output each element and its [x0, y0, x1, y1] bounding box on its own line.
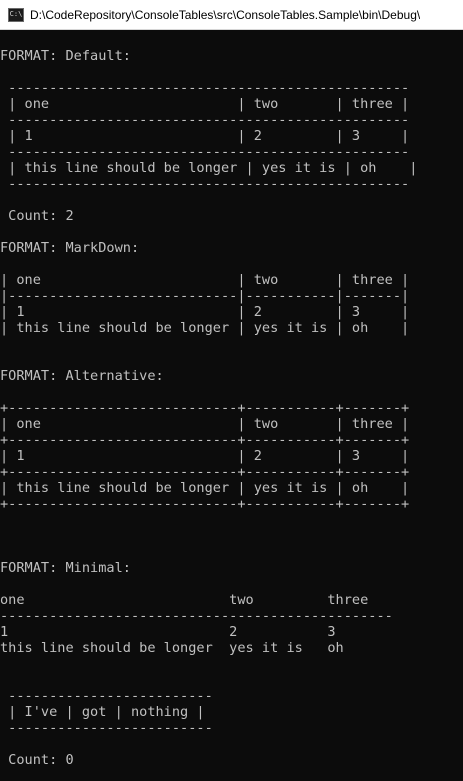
console-line-border: ----------------------------------------…	[0, 176, 410, 192]
console-line-row: | this line should be longer | yes it is…	[0, 480, 410, 496]
console-line-format-default: FORMAT: Default:	[0, 48, 131, 64]
window-titlebar[interactable]: C:\ D:\CodeRepository\ConsoleTables\src\…	[0, 0, 463, 30]
console-line-border: ----------------------------------------…	[0, 144, 410, 160]
console-line-border: ----------------------------------------…	[0, 112, 410, 128]
window-title: D:\CodeRepository\ConsoleTables\src\Cons…	[30, 7, 421, 22]
console-line-count: Count: 2	[0, 208, 74, 224]
console-line-row: 1 2 3	[0, 624, 336, 640]
console-line-border: +----------------------------+----------…	[0, 496, 410, 512]
console-line-row: this line should be longer yes it is oh	[0, 640, 344, 656]
console-line-border: +----------------------------+----------…	[0, 400, 410, 416]
console-line-format-alternative: FORMAT: Alternative:	[0, 368, 164, 384]
console-line-count: Count: 0	[0, 752, 74, 768]
console-line-header: | one | two | three |	[0, 272, 410, 288]
console-line-row: | 1 | 2 | 3 |	[0, 448, 410, 464]
console-line-row: | 1 | 2 | 3 |	[0, 304, 410, 320]
console-line-format-minimal: FORMAT: Minimal:	[0, 560, 131, 576]
console-line-format-markdown: FORMAT: MarkDown:	[0, 240, 140, 256]
console-line-header: | one | two | three |	[0, 96, 410, 112]
console-line-row: | this line should be longer | yes it is…	[0, 160, 418, 176]
console-line-border: -------------------------	[0, 688, 213, 704]
console-app-icon-text: C:\	[9, 10, 23, 18]
console-line-header: | one | two | three |	[0, 416, 410, 432]
console-line-header: | I've | got | nothing |	[0, 704, 205, 720]
console-line-border: ----------------------------------------…	[0, 80, 410, 96]
console-line-row: | 1 | 2 | 3 |	[0, 128, 410, 144]
console-line-border: |----------------------------|----------…	[0, 288, 410, 304]
console-line-border: +----------------------------+----------…	[0, 464, 410, 480]
console-output[interactable]: FORMAT: Default: -----------------------…	[0, 30, 463, 781]
console-line-border: -------------------------	[0, 720, 213, 736]
console-line-border: ----------------------------------------…	[0, 608, 393, 624]
console-app-icon: C:\	[8, 7, 24, 22]
console-line-row: | this line should be longer | yes it is…	[0, 320, 410, 336]
console-line-border: +----------------------------+----------…	[0, 432, 410, 448]
console-line-header: one two three	[0, 592, 369, 608]
